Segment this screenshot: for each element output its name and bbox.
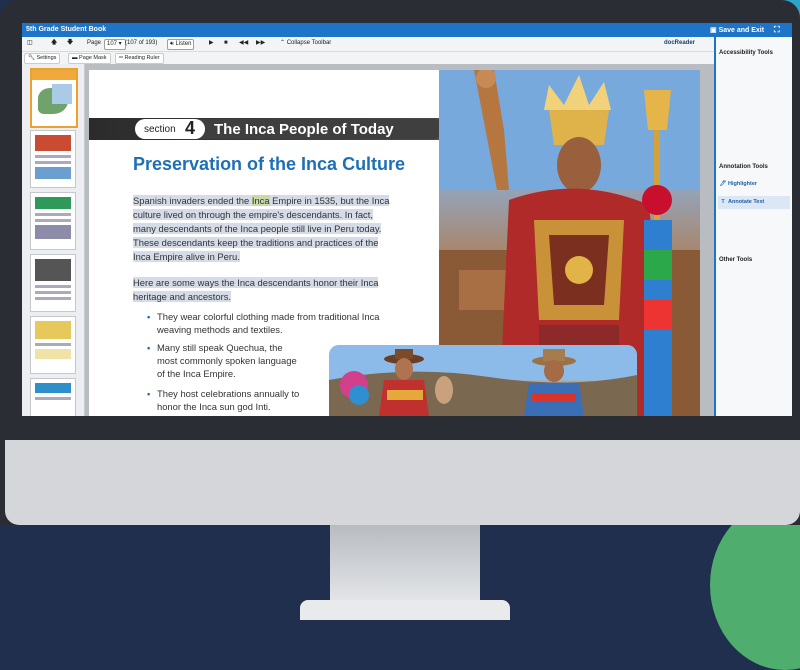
thumbnail-page[interactable] (30, 378, 76, 416)
settings-button[interactable]: 🔧︎ Settings (24, 53, 61, 64)
section-title: The Inca People of Today (214, 121, 394, 138)
chevron-up-icon: ⌃ (280, 40, 286, 46)
save-icon: ▣ (710, 27, 719, 34)
thumbnail-page[interactable] (30, 130, 76, 188)
thumbnail-page[interactable] (30, 254, 76, 312)
annotation-tools-heading: Annotation Tools (719, 164, 768, 170)
rewind-icon[interactable]: ◀◀ (237, 39, 250, 48)
highlighter-tool[interactable]: 🖊︎ Highlighter (718, 178, 790, 191)
fullscreen-icon[interactable]: ⛶ (774, 25, 780, 35)
listen-button[interactable]: 🔊︎ Listen (167, 39, 195, 50)
annotate-text-icon: T (721, 199, 725, 205)
monitor-stand (330, 525, 480, 605)
annotate-text-tool[interactable]: T Annotate Text (718, 196, 790, 209)
thumbnail-page[interactable] (30, 316, 76, 374)
thumbnail-sidebar (22, 64, 85, 416)
page-label: Page (87, 40, 102, 46)
app-screen: 5th Grade Student Book ▣ Save and Exit ⛶… (22, 23, 792, 416)
window-title: 5th Grade Student Book (26, 26, 107, 33)
thumbnail-page[interactable] (30, 68, 78, 128)
list-item: • They wear colorful clothing made from … (147, 311, 380, 335)
title-bar: 5th Grade Student Book ▣ Save and Exit ⛶ (22, 23, 792, 37)
monitor-base (300, 600, 510, 620)
page-mask-button[interactable]: ▬ Page Mask (68, 53, 111, 64)
page-count: (107 of 193) (125, 40, 158, 46)
reading-ruler-button[interactable]: ═ Reading Ruler (115, 53, 164, 64)
stop-icon[interactable]: ■ (222, 39, 230, 48)
collapse-toolbar-button[interactable]: ⌃ Collapse Toolbar (278, 39, 333, 48)
brand-logo: docReader (664, 40, 696, 46)
section-number: 4 (185, 118, 196, 138)
paragraph-intro[interactable]: Spanish invaders ended the Inca Empire i… (133, 194, 423, 264)
other-tools-heading: Other Tools (719, 257, 753, 263)
wrench-icon: 🔧︎ (28, 55, 35, 61)
next-page-button[interactable]: 🡇 (65, 39, 75, 48)
ruler-icon: ═ (119, 55, 123, 61)
play-icon[interactable]: ▶ (207, 39, 216, 48)
book-page: section 4 The Inca People of Today Prese… (89, 70, 700, 416)
sidebar-toggle-icon[interactable]: ◫ (25, 39, 35, 48)
highlighted-word: Inca (251, 195, 270, 206)
highlighter-icon: 🖊︎ (719, 181, 727, 187)
thumbnail-page[interactable] (30, 192, 76, 250)
monitor-chin (5, 440, 800, 525)
section-label: section (144, 124, 176, 135)
page-heading: Preservation of the Inca Culture (133, 154, 406, 174)
mask-icon: ▬ (72, 55, 78, 61)
paragraph-ways[interactable]: Here are some ways the Inca descendants … (133, 276, 423, 304)
accessibility-tools-heading: Accessibility Tools (719, 50, 773, 56)
previous-page-button[interactable]: 🡅 (49, 39, 59, 48)
save-exit-button[interactable]: ▣ Save and Exit (710, 26, 764, 34)
fast-forward-icon[interactable]: ▶▶ (254, 39, 267, 48)
quechua-people-photo (329, 345, 637, 416)
tools-panel: Accessibility Tools Annotation Tools 🖊︎ H… (714, 37, 792, 416)
speaker-icon: 🔊︎ (170, 41, 174, 47)
main-toolbar: ◫ 🡅 🡇 Page 107 ▾ (107 of 193) 🔊︎ Listen … (22, 37, 714, 52)
